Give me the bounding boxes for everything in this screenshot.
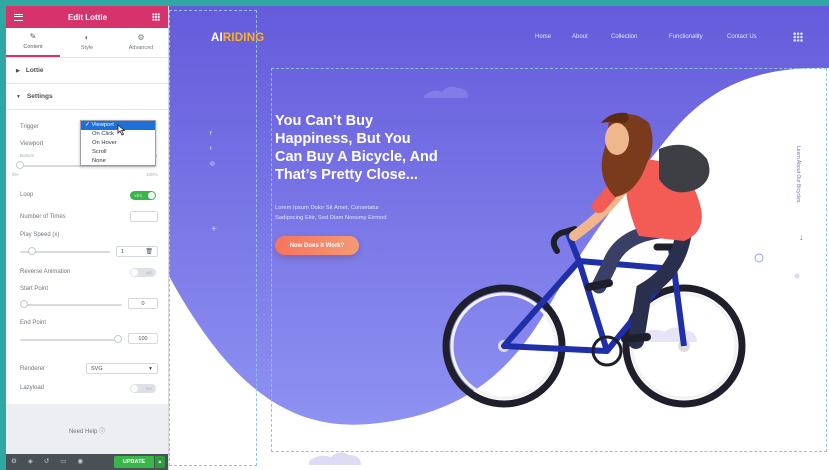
editor-panel: Edit Lottie ✎ Content ◐ Style ⚙ Advanced… — [6, 6, 169, 470]
preview-eye-icon[interactable]: ◉ — [77, 458, 83, 466]
half-circle-icon: ◐ — [84, 33, 90, 42]
facebook-icon[interactable]: f — [210, 131, 212, 137]
update-options-button[interactable]: ▲ — [155, 456, 165, 468]
section-lottie[interactable]: ▶ Lottie — [6, 58, 168, 84]
viewport-bottom-label: Bottom — [20, 153, 35, 158]
app-frame: Edit Lottie ✎ Content ◐ Style ⚙ Advanced… — [6, 6, 829, 470]
pencil-icon: ✎ — [29, 32, 37, 41]
page-preview: AIRIDING Home About Collection Functiona… — [169, 6, 829, 470]
start-point-slider-track[interactable] — [20, 304, 122, 306]
side-scroll-text[interactable]: Learn About Our Bicycles — [795, 146, 801, 202]
number-of-times-input[interactable] — [130, 211, 158, 222]
section-guide-left — [169, 10, 257, 466]
nav-functionality[interactable]: Functionality — [669, 34, 703, 40]
section-settings-label: Settings — [26, 93, 53, 100]
update-button[interactable]: UPDATE — [114, 456, 154, 468]
start-point-input[interactable]: 0 — [128, 298, 158, 309]
reverse-toggle-text: NO — [146, 270, 152, 275]
lazyload-label: Lazyload — [20, 385, 45, 391]
end-point-input[interactable]: 100 — [128, 333, 158, 344]
loop-toggle-text: YES — [134, 193, 143, 198]
end-point-slider-track[interactable] — [20, 339, 122, 341]
cta-button[interactable]: Now Does It Work? — [275, 236, 359, 255]
end-point-label: End Point — [20, 320, 47, 326]
chevron-down-icon: ▼ — [148, 365, 153, 372]
trash-icon[interactable]: 🗑 — [145, 248, 153, 255]
trigger-label: Trigger — [20, 124, 39, 130]
nav-home[interactable]: Home — [535, 34, 551, 40]
add-element-plus-icon[interactable]: + — [211, 224, 217, 235]
reverse-animation-toggle[interactable]: NO — [130, 268, 156, 277]
tab-content[interactable]: ✎ Content — [6, 28, 60, 57]
tab-style[interactable]: ◐ Style — [60, 28, 114, 57]
viewport-label: Viewport — [20, 141, 44, 147]
tab-style-label: Style — [80, 45, 94, 51]
play-speed-input[interactable]: 1 🗑 — [116, 246, 158, 257]
down-arrow-icon[interactable]: ↓ — [799, 232, 804, 242]
trigger-option-on-hover[interactable]: On Hover — [81, 139, 155, 148]
tab-advanced[interactable]: ⚙ Advanced — [114, 28, 168, 57]
lazyload-toggle-text: NO — [146, 386, 152, 391]
trigger-option-none[interactable]: None — [81, 157, 155, 166]
nav-about[interactable]: About — [572, 34, 588, 40]
section-lottie-label: Lottie — [25, 67, 44, 74]
site-logo[interactable]: AIRIDING — [211, 32, 264, 44]
trigger-option-scroll[interactable]: Scroll — [81, 148, 155, 157]
layers-icon[interactable]: ◈ — [28, 458, 33, 466]
mouse-cursor-icon — [117, 124, 126, 136]
tab-advanced-label: Advanced — [128, 45, 154, 51]
lazyload-toggle[interactable]: NO — [130, 384, 156, 393]
start-point-value: 0 — [141, 300, 145, 307]
renderer-select[interactable]: SVG ▼ — [86, 363, 158, 374]
hamburger-menu-icon[interactable] — [14, 13, 23, 21]
start-point-slider-handle[interactable] — [20, 300, 28, 308]
panel-tabs: ✎ Content ◐ Style ⚙ Advanced — [6, 28, 168, 58]
nav-contact-us[interactable]: Contact Us — [727, 34, 757, 40]
help-circle-icon: ⓘ — [99, 429, 106, 435]
renderer-label: Renderer — [20, 366, 46, 372]
need-help-link[interactable]: Need Help ⓘ — [6, 426, 168, 435]
instagram-icon[interactable]: ◎ — [210, 161, 215, 167]
gear-icon: ⚙ — [137, 33, 145, 42]
end-point-slider-handle[interactable] — [114, 335, 122, 343]
viewport-min-label: 0% — [12, 172, 19, 177]
loop-label: Loop — [20, 192, 34, 198]
renderer-value: SVG — [91, 365, 103, 372]
caret-right-icon: ▶ — [16, 67, 20, 74]
settings-gear-icon[interactable]: ⚙ — [11, 458, 17, 466]
panel-header: Edit Lottie — [6, 6, 168, 28]
viewport-slider-handle[interactable] — [16, 161, 24, 169]
hero-heading: You Can’t Buy Happiness, But You Can Buy… — [275, 113, 438, 183]
history-icon[interactable]: ↺ — [44, 458, 49, 466]
play-speed-slider-handle[interactable] — [28, 247, 37, 255]
widgets-grid-icon[interactable] — [151, 13, 160, 21]
number-of-times-label: Number of Times — [20, 214, 66, 220]
hero-subtext: Lorem Ipsum Dolor Sit Amet, Consetatur S… — [275, 205, 387, 221]
loop-toggle[interactable]: YES — [130, 191, 156, 200]
start-point-label: Start Point — [20, 286, 49, 292]
twitter-icon[interactable]: t — [210, 146, 212, 152]
cyclist-illustration — [442, 112, 746, 408]
section-settings[interactable]: ▼ Settings — [6, 84, 168, 110]
responsive-desktop-icon[interactable]: ▭ — [60, 458, 66, 466]
end-point-value: 100 — [138, 335, 148, 342]
reverse-animation-label: Reverse Animation — [20, 269, 71, 275]
nav-collection[interactable]: Collection — [611, 34, 637, 40]
panel-footer: ⚙ ◈ ↺ ▭ ◉ UPDATE ▲ — [6, 454, 168, 470]
caret-down-icon: ▼ — [16, 93, 21, 100]
viewport-max-label: 100% — [146, 172, 158, 177]
grid-menu-icon[interactable] — [793, 32, 803, 42]
tab-content-label: Content — [23, 44, 43, 50]
panel-title: Edit Lottie — [67, 12, 108, 22]
play-speed-value: 1 — [121, 248, 125, 255]
play-speed-label: Play Speed (x) — [20, 232, 60, 238]
